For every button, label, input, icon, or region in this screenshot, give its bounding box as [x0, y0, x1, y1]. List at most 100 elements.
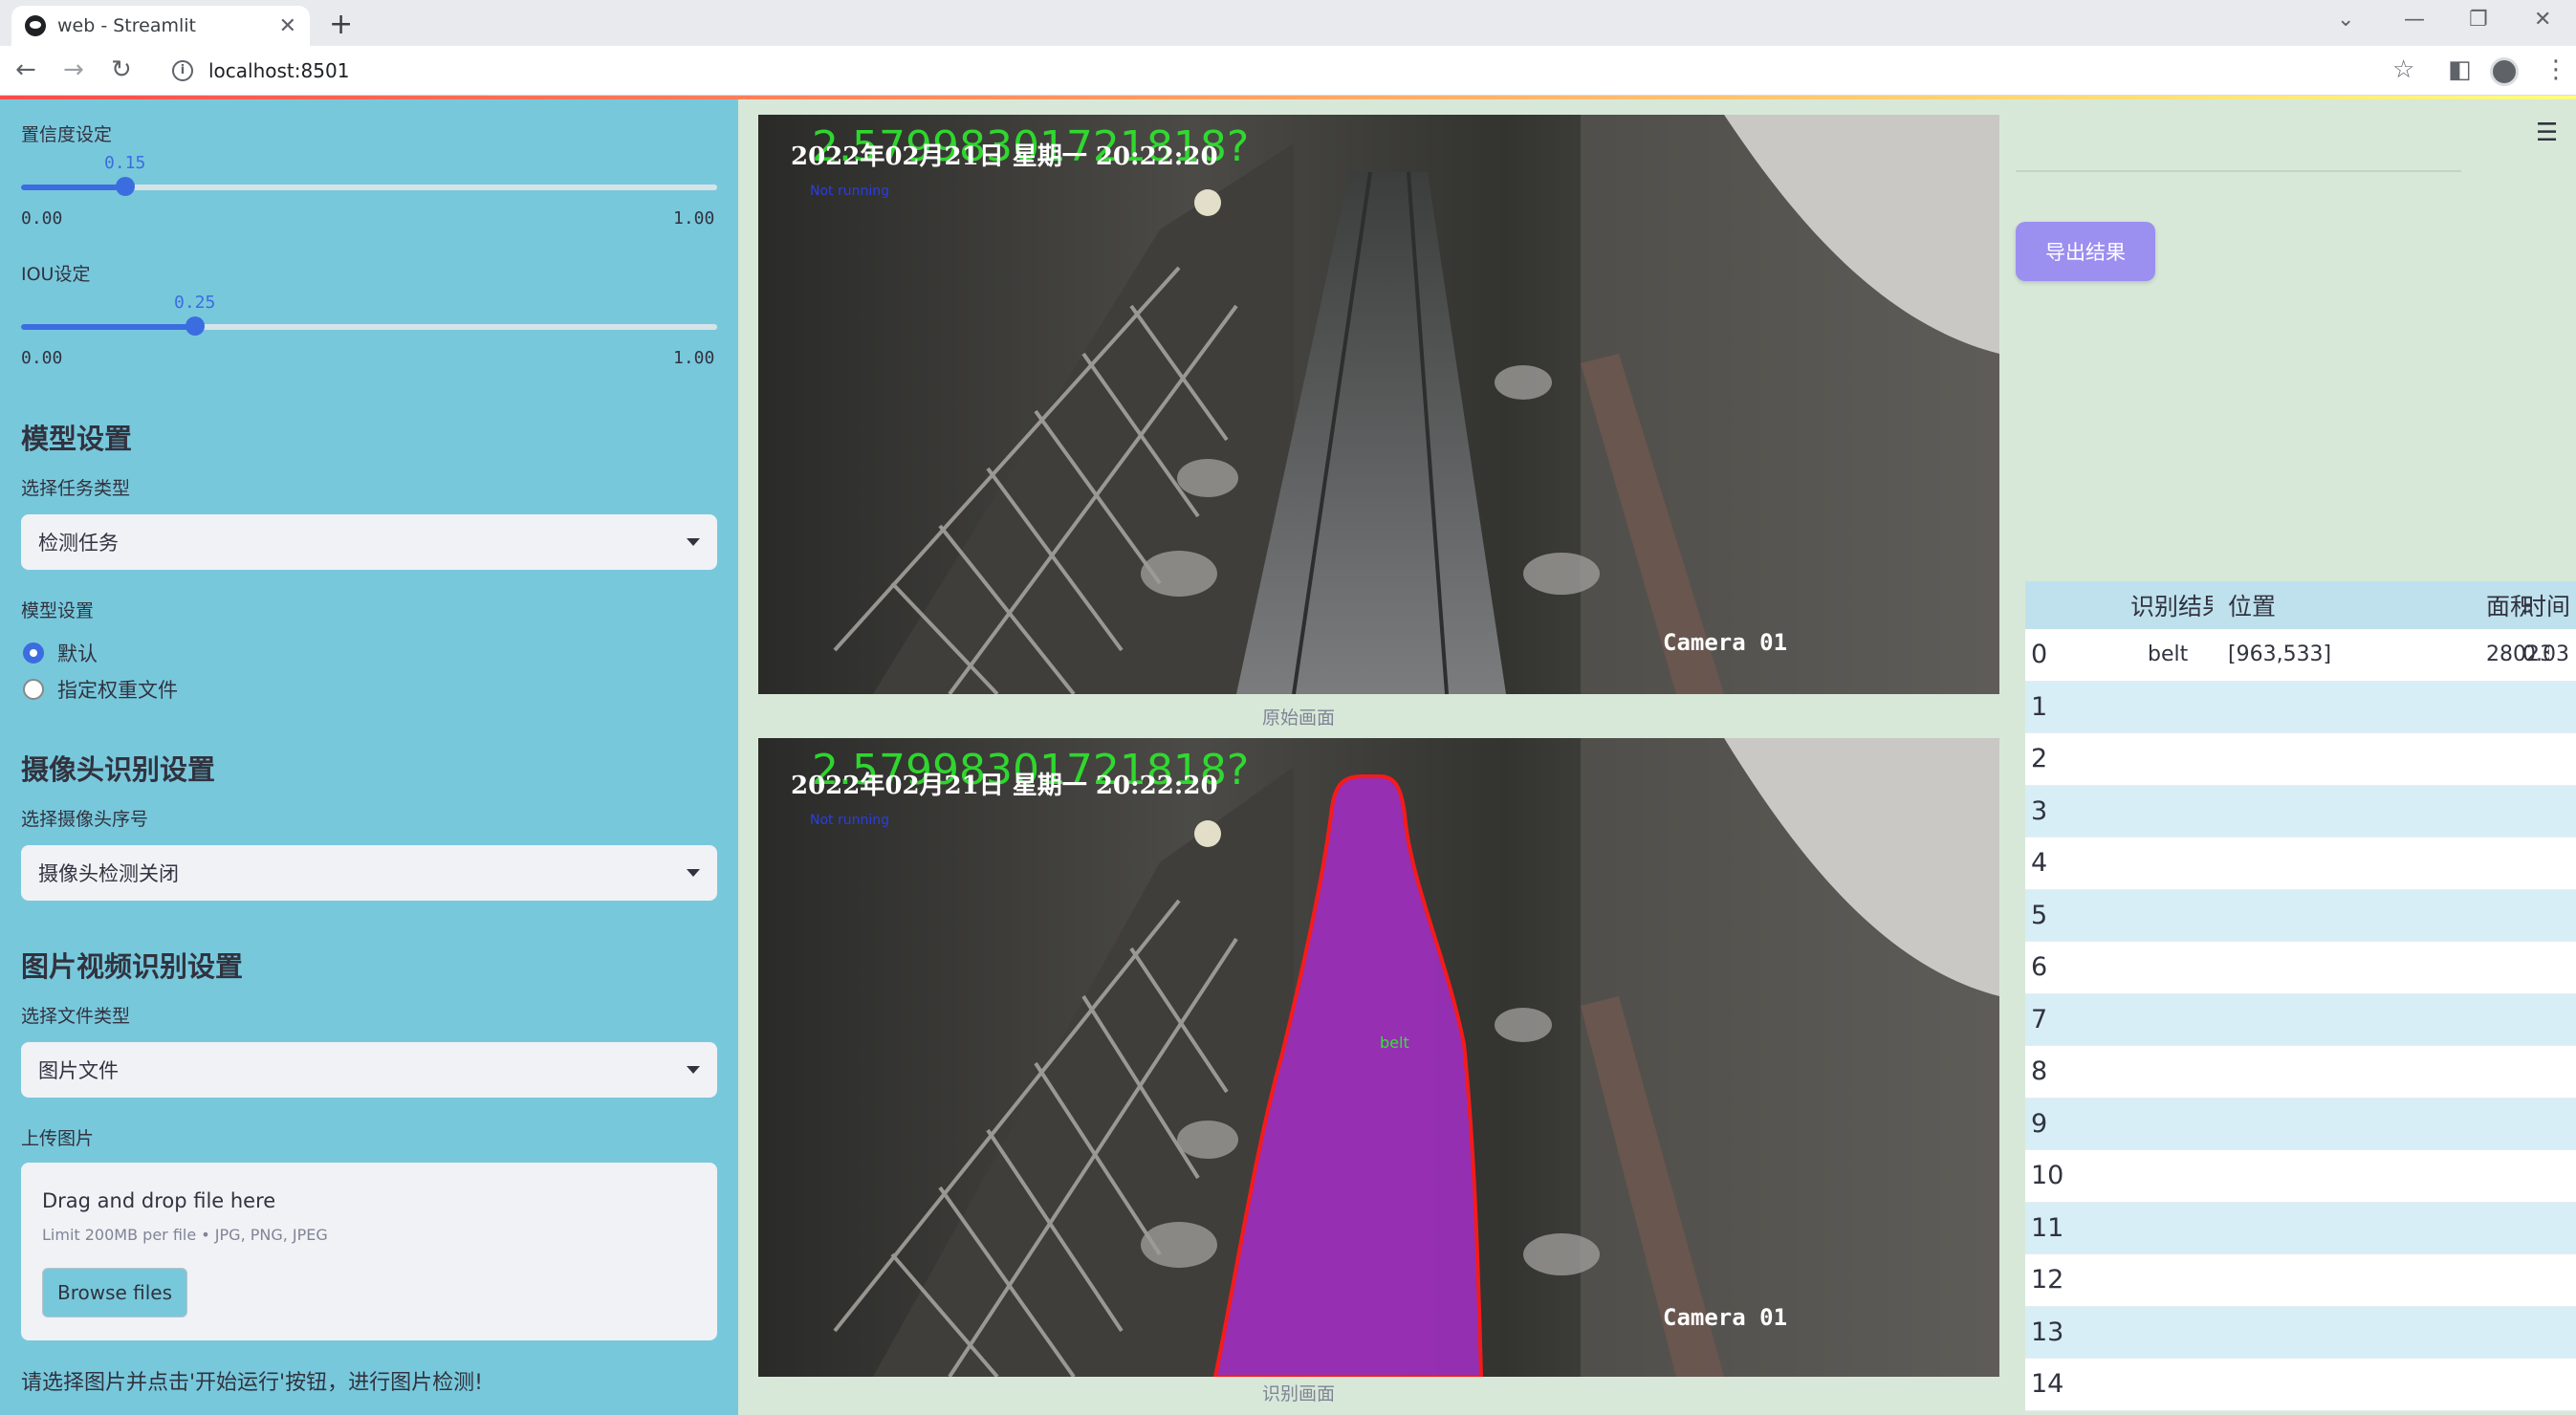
bookmark-star-icon[interactable]: ☆ — [2392, 55, 2414, 84]
cell-time — [2519, 942, 2576, 993]
cell-time — [2519, 1359, 2576, 1410]
streamlit-favicon-icon — [25, 15, 46, 36]
header-time[interactable]: 时间 — [2519, 581, 2576, 629]
cell-time — [2519, 733, 2576, 785]
cell-position — [2213, 1150, 2480, 1202]
row-index: 11 — [2031, 1212, 2064, 1243]
detected-frame: belt 2.57998301721818? 2022年02月21日 星期一 2… — [758, 738, 1999, 1377]
table-row[interactable]: 10 — [2025, 1150, 2576, 1203]
back-icon[interactable]: ← — [15, 55, 36, 84]
table-row[interactable]: 11 — [2025, 1202, 2576, 1254]
row-index: 12 — [2031, 1265, 2064, 1295]
cell-result — [2079, 682, 2213, 733]
confidence-slider-thumb[interactable] — [116, 177, 135, 196]
forward-icon[interactable]: → — [63, 55, 84, 84]
table-row[interactable]: 4 — [2025, 838, 2576, 890]
cell-result — [2079, 890, 2213, 942]
cell-result — [2079, 838, 2213, 889]
browser-menu-icon[interactable]: ⋮ — [2543, 55, 2568, 84]
table-row[interactable]: 3 — [2025, 785, 2576, 838]
table-row[interactable]: 0belt[963,533]2802310.03 — [2025, 629, 2576, 682]
table-row[interactable]: 8 — [2025, 1046, 2576, 1099]
cell-position — [2213, 1046, 2480, 1098]
table-row[interactable]: 13 — [2025, 1306, 2576, 1359]
close-window-icon[interactable]: ✕ — [2534, 8, 2551, 32]
url-text: localhost:8501 — [208, 59, 350, 82]
cell-result: belt — [2148, 642, 2189, 667]
new-tab-icon[interactable]: + — [329, 8, 353, 41]
minimize-icon[interactable]: — — [2404, 8, 2425, 32]
model-settings-heading: 模型设置 — [21, 423, 133, 455]
reload-icon[interactable]: ↻ — [111, 55, 132, 84]
cell-time — [2519, 994, 2576, 1046]
detection-label: belt — [1380, 1034, 1409, 1052]
site-info-icon[interactable]: i — [172, 60, 193, 81]
row-index: 10 — [2031, 1161, 2064, 1191]
table-row[interactable]: 14 — [2025, 1359, 2576, 1411]
confidence-label: 置信度设定 — [21, 124, 113, 145]
browser-tab[interactable]: web - Streamlit ✕ — [11, 6, 310, 46]
restore-icon[interactable]: ❐ — [2469, 8, 2488, 32]
tab-title: web - Streamlit — [57, 15, 196, 36]
confidence-slider[interactable] — [21, 177, 717, 196]
cell-position — [2213, 890, 2480, 942]
model-setting-label: 模型设置 — [21, 600, 95, 621]
cell-position — [2213, 786, 2480, 838]
row-index: 2 — [2031, 744, 2048, 774]
radio-custom-weights-label: 指定权重文件 — [57, 679, 178, 702]
cell-result — [2079, 1099, 2213, 1150]
table-row[interactable]: 1 — [2025, 681, 2576, 733]
cell-position — [2213, 942, 2480, 993]
table-row[interactable]: 12 — [2025, 1254, 2576, 1307]
iou-slider-fill — [21, 324, 195, 330]
original-caption: 原始画面 — [1261, 708, 1335, 729]
file-uploader-dropzone[interactable]: Drag and drop file here Limit 200MB per … — [21, 1163, 717, 1340]
iou-min: 0.00 — [21, 348, 63, 368]
cell-position — [2213, 838, 2480, 889]
radio-unselected-icon[interactable] — [23, 679, 44, 700]
cell-result — [2079, 1046, 2213, 1098]
table-row[interactable]: 9 — [2025, 1098, 2576, 1150]
cell-time — [2519, 1150, 2576, 1202]
table-row[interactable]: 6 — [2025, 942, 2576, 994]
tab-search-chevron-icon[interactable]: ⌄ — [2337, 8, 2354, 32]
url-field[interactable]: i localhost:8501 — [159, 52, 2387, 90]
radio-default[interactable]: 默认 — [23, 639, 98, 667]
task-type-select[interactable]: 检测任务 — [21, 514, 717, 570]
cell-position — [2213, 682, 2480, 733]
cell-result — [2079, 1150, 2213, 1202]
file-type-select[interactable]: 图片文件 — [21, 1042, 717, 1098]
export-results-button[interactable]: 导出结果 — [2016, 222, 2155, 281]
cell-result — [2079, 1203, 2213, 1254]
radio-custom-weights[interactable]: 指定权重文件 — [23, 675, 178, 704]
table-row[interactable]: 5 — [2025, 889, 2576, 942]
cell-position — [2213, 1099, 2480, 1150]
iou-slider-thumb[interactable] — [186, 316, 205, 336]
cell-time — [2519, 890, 2576, 942]
sidebar-hint: 请选择图片并点击'开始运行'按钮，进行图片检测! — [21, 1371, 483, 1395]
cell-position: [963,533] — [2228, 642, 2332, 667]
row-index: 0 — [2031, 640, 2048, 670]
overlay-status: Not running — [810, 813, 889, 828]
camera-select[interactable]: 摄像头检测关闭 — [21, 845, 717, 901]
overlay-camera: Camera 01 — [1663, 1304, 1787, 1331]
header-result[interactable]: 识别结果 — [2079, 581, 2213, 629]
confidence-slider-fill — [21, 185, 125, 190]
cell-time — [2519, 682, 2576, 733]
iou-value: 0.25 — [174, 293, 216, 313]
hamburger-menu-icon[interactable]: ☰ — [2536, 119, 2558, 147]
table-row[interactable]: 7 — [2025, 993, 2576, 1046]
iou-slider[interactable] — [21, 316, 717, 336]
header-position[interactable]: 位置 — [2213, 581, 2480, 629]
cell-position — [2213, 1254, 2480, 1306]
side-panel-icon[interactable]: ◧ — [2448, 55, 2472, 84]
radio-selected-icon[interactable] — [23, 642, 44, 664]
cell-position — [2213, 733, 2480, 785]
original-scene-image: 2.57998301721818? 2022年02月21日 星期一 20:22:… — [758, 115, 1999, 694]
row-index: 7 — [2031, 1004, 2048, 1034]
profile-avatar[interactable] — [2490, 57, 2519, 86]
table-body: 0belt[963,533]2802310.031234567891011121… — [2025, 629, 2576, 1411]
tab-close-icon[interactable]: ✕ — [279, 14, 296, 38]
table-row[interactable]: 2 — [2025, 733, 2576, 786]
browse-files-button[interactable]: Browse files — [42, 1268, 187, 1317]
